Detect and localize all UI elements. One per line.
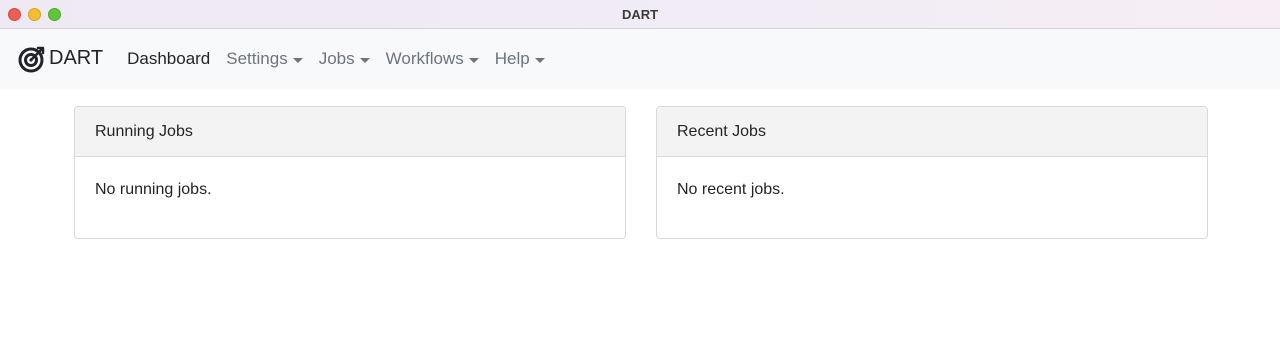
- caret-down-icon: [359, 57, 370, 63]
- brand-name: DART: [49, 46, 104, 69]
- running-jobs-header: Running Jobs: [75, 107, 625, 157]
- nav-item-jobs[interactable]: Jobs: [311, 49, 378, 69]
- running-jobs-empty-message: No running jobs.: [95, 181, 212, 198]
- nav-item-label: Jobs: [318, 49, 355, 68]
- nav-item-label: Settings: [226, 49, 288, 68]
- caret-down-icon: [534, 57, 545, 63]
- caret-down-icon: [468, 57, 479, 63]
- nav-item-help[interactable]: Help: [487, 49, 553, 69]
- recent-jobs-header: Recent Jobs: [657, 107, 1207, 157]
- nav-item-workflows[interactable]: Workflows: [378, 49, 487, 69]
- recent-jobs-empty-message: No recent jobs.: [677, 181, 785, 198]
- nav-item-label: Workflows: [385, 49, 464, 68]
- brand-link[interactable]: DART: [17, 44, 103, 74]
- nav-item-label: Help: [494, 49, 530, 68]
- nav-menu: Dashboard Settings Jobs Workflows Help: [119, 49, 553, 69]
- nav-item-dashboard[interactable]: Dashboard: [119, 49, 218, 69]
- navbar: DART Dashboard Settings Jobs Workflows H…: [0, 29, 1280, 89]
- caret-down-icon: [292, 57, 303, 63]
- running-jobs-card: Running Jobs No running jobs.: [74, 106, 626, 239]
- recent-jobs-card: Recent Jobs No recent jobs.: [656, 106, 1208, 239]
- window-title: DART: [621, 7, 659, 22]
- nav-item-label: Dashboard: [127, 49, 211, 68]
- window-titlebar: DART: [0, 0, 1280, 29]
- target-icon: [18, 46, 45, 73]
- nav-item-settings[interactable]: Settings: [218, 49, 310, 69]
